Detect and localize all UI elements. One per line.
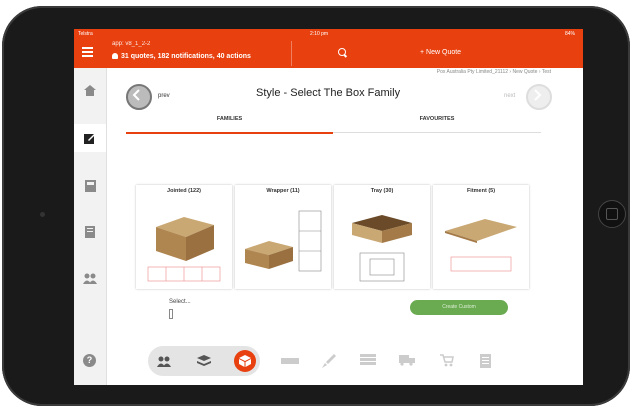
- cart-icon[interactable]: [438, 354, 456, 368]
- help-icon[interactable]: ?: [83, 354, 96, 367]
- family-select[interactable]: Select...: [169, 299, 191, 305]
- stack-icon[interactable]: [359, 354, 377, 368]
- bottom-toolbar: [148, 346, 260, 376]
- box-icon[interactable]: [234, 350, 256, 372]
- menu-icon[interactable]: [82, 47, 93, 57]
- tab-favourites[interactable]: FAVOURITES: [333, 113, 541, 133]
- status-bar: Telstra 2:10 pm 84%: [74, 29, 583, 39]
- search-icon[interactable]: [338, 48, 346, 56]
- new-quote-button[interactable]: + New Quote: [420, 49, 461, 56]
- clock-label: 2:10 pm: [310, 31, 329, 37]
- notifications-label: 31 quotes, 182 notifications, 40 actions: [121, 53, 251, 60]
- family-label: Jointed (122): [167, 188, 201, 194]
- tab-bar: FAMILIES FAVOURITES: [126, 113, 541, 134]
- next-arrow-icon[interactable]: [526, 84, 552, 110]
- calculator-icon[interactable]: [74, 172, 106, 200]
- next-label[interactable]: next: [504, 93, 515, 99]
- app-name: app: v8_1_2-2: [112, 41, 151, 47]
- family-card-tray[interactable]: Tray (30): [334, 185, 430, 289]
- users-icon[interactable]: [74, 264, 106, 292]
- sidebar: [74, 68, 107, 385]
- list-icon[interactable]: [74, 218, 106, 246]
- select-caret: [169, 309, 173, 319]
- page-title: Style - Select The Box Family: [256, 87, 401, 99]
- edit-icon[interactable]: [74, 124, 106, 152]
- plus-icon: +: [420, 49, 425, 56]
- document-icon[interactable]: [476, 354, 494, 368]
- app-screen: Telstra 2:10 pm 84% app: v8_1_2-2 31 quo…: [74, 29, 583, 385]
- prev-label[interactable]: prev: [158, 93, 170, 99]
- group-icon[interactable]: [154, 351, 174, 371]
- tab-families[interactable]: FAMILIES: [126, 113, 333, 134]
- jointed-box-icon: [147, 217, 221, 282]
- notifications-summary[interactable]: 31 quotes, 182 notifications, 40 actions: [112, 53, 251, 60]
- tray-box-icon: [352, 215, 412, 282]
- brush-icon[interactable]: [320, 354, 338, 368]
- carrier-label: Telstra: [78, 31, 93, 37]
- ruler-icon[interactable]: [281, 354, 299, 368]
- home-icon[interactable]: [74, 76, 106, 104]
- create-custom-button[interactable]: Create Custom: [410, 300, 508, 315]
- family-card-fitment[interactable]: Fitment (5): [433, 185, 529, 289]
- family-label: Wrapper (11): [266, 188, 300, 194]
- battery-label: 84%: [564, 31, 575, 37]
- family-card-jointed[interactable]: Jointed (122): [136, 185, 232, 289]
- new-quote-label: New Quote: [426, 49, 462, 56]
- header-divider: [291, 41, 292, 66]
- front-camera: [40, 212, 45, 217]
- layers-icon[interactable]: [194, 351, 214, 371]
- fitment-sheet-icon: [445, 219, 517, 272]
- bell-icon: [112, 53, 118, 59]
- app-header: app: v8_1_2-2 31 quotes, 182 notificatio…: [74, 39, 583, 68]
- truck-icon[interactable]: [398, 354, 416, 368]
- home-button[interactable]: [598, 200, 626, 228]
- family-label: Fitment (5): [466, 188, 496, 194]
- family-label: Tray (30): [370, 188, 394, 194]
- wrapper-box-icon: [245, 210, 322, 272]
- family-card-wrapper[interactable]: Wrapper (11): [235, 185, 331, 289]
- breadcrumb[interactable]: Pox Australia Pty Limited_21112 › New Qu…: [437, 69, 551, 75]
- prev-arrow-icon[interactable]: [126, 84, 152, 110]
